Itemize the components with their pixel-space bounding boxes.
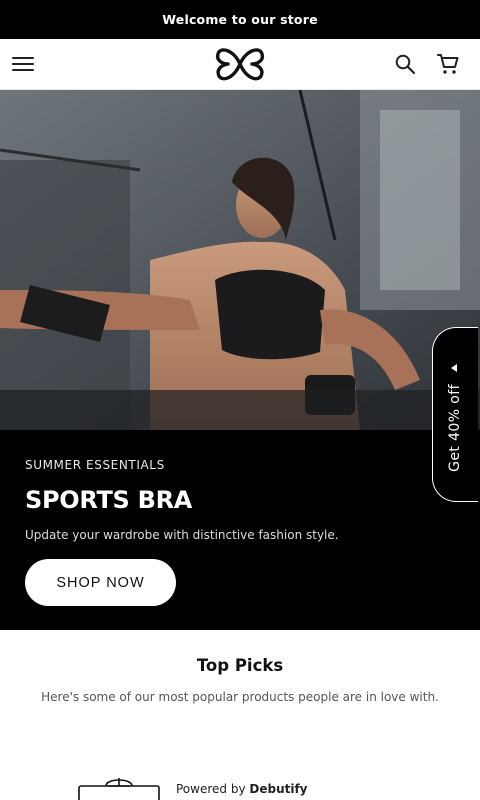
powered-brand-link[interactable]: Debutify (249, 782, 307, 796)
hero-image (0, 90, 480, 430)
shop-now-button[interactable]: SHOP NOW (25, 559, 176, 606)
butterfly-logo-icon[interactable] (214, 46, 266, 82)
cart-icon[interactable] (436, 52, 460, 76)
section-subtitle: Here's some of our most popular products… (41, 690, 439, 704)
site-header (0, 39, 480, 90)
search-icon[interactable] (394, 53, 416, 75)
hero-eyebrow: SUMMER ESSENTIALS (25, 458, 165, 472)
discount-tab-label: Get 40% off (447, 384, 463, 472)
powered-by: Powered by Debutify (176, 782, 308, 796)
announcement-text: Welcome to our store (162, 12, 318, 27)
hero-banner: SUMMER ESSENTIALS SPORTS BRA Update your… (0, 430, 480, 630)
caret-left-icon (451, 364, 457, 372)
shopping-bag-icon (78, 778, 160, 800)
discount-tab[interactable]: Get 40% off (432, 327, 478, 502)
powered-prefix: Powered by (176, 782, 250, 796)
hero-headline: SPORTS BRA (25, 486, 193, 514)
hero-subtext: Update your wardrobe with distinctive fa… (25, 528, 339, 542)
announcement-bar: Welcome to our store (0, 0, 480, 39)
section-title: Top Picks (196, 656, 284, 675)
hamburger-menu-icon[interactable] (12, 53, 34, 75)
